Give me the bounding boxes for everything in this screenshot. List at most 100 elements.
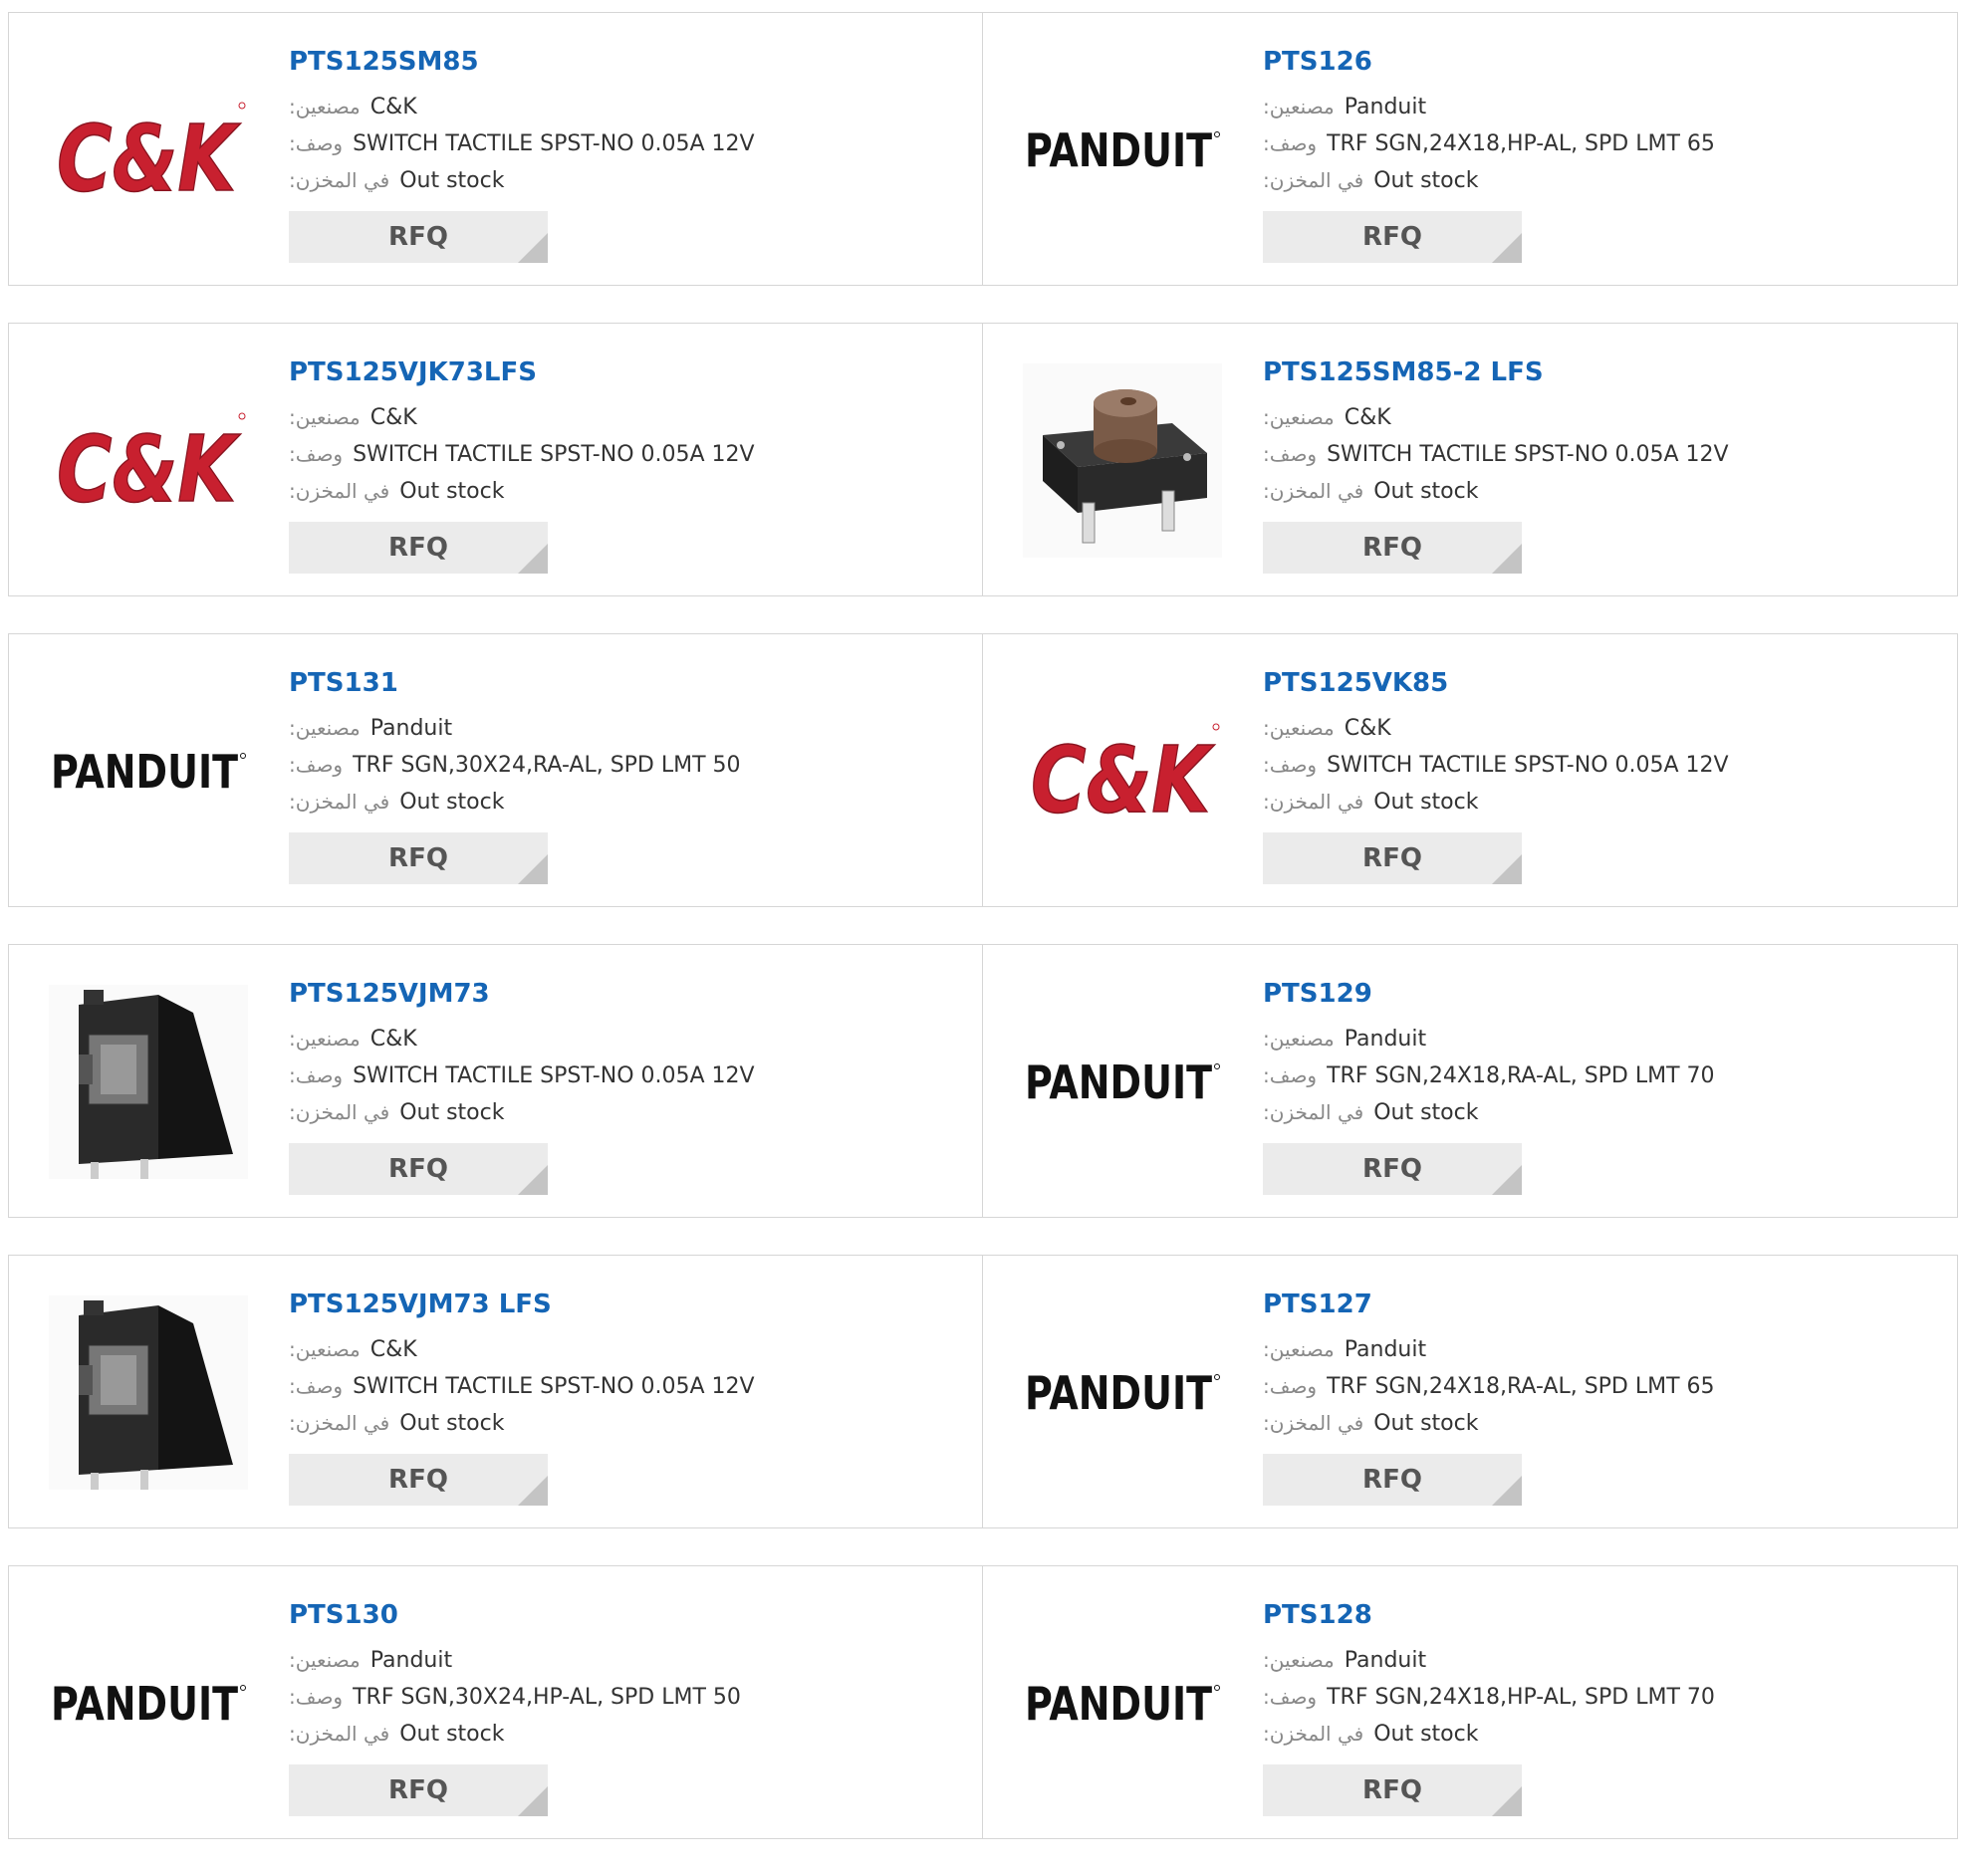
manufacturer-value: Panduit	[369, 716, 453, 741]
description-value: TRF SGN,24X18,RA-AL, SPD LMT 65	[1327, 1374, 1715, 1399]
manufacturer-value: C&K	[1344, 716, 1391, 741]
product-info: PTS125VJM73 LFS :مصنعين C&K :وصف SWITCH TA…	[289, 1286, 755, 1506]
manufacturer-label: :مصنعين	[289, 405, 361, 429]
corner-triangle-icon	[518, 854, 548, 884]
description-label: :وصف	[1263, 131, 1318, 155]
product-image[interactable]	[49, 985, 248, 1179]
product-card: PANDUIT PTS129 :مصنعين Panduit :وصف TRF SG…	[983, 944, 1958, 1218]
rfq-button[interactable]: RFQ	[289, 211, 548, 263]
product-image[interactable]	[1023, 363, 1222, 558]
product-card: PANDUIT PTS128 :مصنعين Panduit :وصف TRF SG…	[983, 1565, 1958, 1839]
stock-line: :في المخزن Out stock	[1263, 162, 1715, 199]
manufacturer-label: :مصنعين	[289, 1648, 361, 1672]
description-label: :وصف	[289, 1374, 344, 1398]
ck-logo: C&K	[56, 412, 246, 516]
rfq-button[interactable]: RFQ	[1263, 1764, 1522, 1816]
description-label: :وصف	[1263, 753, 1318, 777]
rfq-button[interactable]: RFQ	[1263, 832, 1522, 884]
description-value: SWITCH TACTILE SPST-NO 0.05A 12V	[353, 131, 755, 156]
product-card: PTS125VJM73 :مصنعين C&K :وصف SWITCH TACTIL…	[8, 944, 983, 1218]
part-number-link[interactable]: PTS127	[1263, 1286, 1715, 1323]
part-number-link[interactable]: PTS125SM85	[289, 43, 755, 81]
product-info: PTS125VJK73LFS :مصنعين C&K :وصف SWITCH TAC…	[289, 353, 755, 574]
product-info: PTS126 :مصنعين Panduit :وصف TRF SGN,24X18,…	[1263, 43, 1715, 263]
part-number-link[interactable]: PTS125VK85	[1263, 664, 1729, 702]
part-number-link[interactable]: PTS125SM85-2 LFS	[1263, 353, 1729, 391]
product-image[interactable]	[49, 1295, 248, 1490]
product-image[interactable]: PANDUIT	[49, 674, 248, 868]
panduit-logo: PANDUIT	[51, 745, 246, 799]
svg-text:PANDUIT: PANDUIT	[1025, 1366, 1213, 1420]
stock-label: :في المخزن	[1263, 790, 1364, 814]
part-number-link[interactable]: PTS125VJM73 LFS	[289, 1286, 755, 1323]
rfq-button[interactable]: RFQ	[289, 1764, 548, 1816]
corner-triangle-icon	[518, 1165, 548, 1195]
stock-label: :في المخزن	[289, 1411, 390, 1435]
corner-triangle-icon	[1492, 1786, 1522, 1816]
product-info: PTS125VK85 :مصنعين C&K :وصف SWITCH TACTILE…	[1263, 664, 1729, 884]
product-image[interactable]: PANDUIT	[1023, 985, 1222, 1179]
svg-text:C&K: C&K	[1031, 727, 1215, 826]
rfq-button[interactable]: RFQ	[289, 832, 548, 884]
ck-logo: C&K	[1030, 723, 1220, 826]
manufacturer-line: :مصنعين C&K	[1263, 710, 1729, 747]
rfq-label: RFQ	[1362, 1775, 1422, 1805]
description-value: TRF SGN,30X24,HP-AL, SPD LMT 50	[353, 1685, 741, 1710]
rfq-button[interactable]: RFQ	[289, 1454, 548, 1506]
part-number-link[interactable]: PTS128	[1263, 1596, 1715, 1634]
product-image[interactable]: C&K	[49, 363, 248, 558]
part-number-link[interactable]: PTS129	[1263, 975, 1715, 1013]
description-line: :وصف TRF SGN,24X18,HP-AL, SPD LMT 70	[1263, 1679, 1715, 1716]
svg-text:C&K: C&K	[57, 416, 241, 516]
product-image[interactable]: PANDUIT	[1023, 53, 1222, 247]
stock-line: :في المخزن Out stock	[289, 784, 741, 821]
rfq-button[interactable]: RFQ	[1263, 1143, 1522, 1195]
manufacturer-line: :مصنعين Panduit	[1263, 1642, 1715, 1679]
stock-label: :في المخزن	[289, 479, 390, 503]
stock-value: Out stock	[1373, 479, 1479, 504]
product-grid: C&K PTS125SM85 :مصنعين C&K :وصف SWITCH TAC…	[8, 12, 1958, 1876]
description-label: :وصف	[1263, 442, 1318, 466]
stock-value: Out stock	[1373, 1411, 1479, 1436]
side-switch-photo	[49, 1295, 248, 1490]
part-number-link[interactable]: PTS126	[1263, 43, 1715, 81]
rfq-label: RFQ	[388, 222, 448, 252]
stock-label: :في المخزن	[1263, 1411, 1364, 1435]
description-value: SWITCH TACTILE SPST-NO 0.05A 12V	[353, 1374, 755, 1399]
product-info: PTS131 :مصنعين Panduit :وصف TRF SGN,30X24,…	[289, 664, 741, 884]
rfq-button[interactable]: RFQ	[289, 1143, 548, 1195]
stock-value: Out stock	[399, 1411, 505, 1436]
stock-line: :في المخزن Out stock	[289, 1094, 755, 1131]
stock-label: :في المخزن	[289, 790, 390, 814]
rfq-button[interactable]: RFQ	[289, 522, 548, 574]
panduit-logo: PANDUIT	[1025, 1366, 1220, 1420]
rfq-button[interactable]: RFQ	[1263, 1454, 1522, 1506]
product-card: C&K PTS125VJK73LFS :مصنعين C&K :وصف SWITCH…	[8, 323, 983, 596]
description-line: :وصف TRF SGN,24X18,HP-AL, SPD LMT 65	[1263, 125, 1715, 162]
manufacturer-value: C&K	[369, 1027, 417, 1052]
stock-line: :في المخزن Out stock	[289, 1716, 741, 1753]
product-row: PANDUIT PTS131 :مصنعين Panduit :وصف TRF SG…	[8, 633, 1958, 907]
product-image[interactable]: PANDUIT	[49, 1606, 248, 1800]
product-info: PTS130 :مصنعين Panduit :وصف TRF SGN,30X24,…	[289, 1596, 741, 1816]
rfq-label: RFQ	[388, 1465, 448, 1495]
product-image[interactable]: C&K	[49, 53, 248, 247]
stock-label: :في المخزن	[1263, 168, 1364, 192]
description-line: :وصف SWITCH TACTILE SPST-NO 0.05A 12V	[289, 1368, 755, 1405]
description-label: :وصف	[289, 131, 344, 155]
part-number-link[interactable]: PTS125VJK73LFS	[289, 353, 755, 391]
manufacturer-value: C&K	[369, 1337, 417, 1362]
part-number-link[interactable]: PTS130	[289, 1596, 741, 1634]
manufacturer-line: :مصنعين Panduit	[1263, 1021, 1715, 1057]
description-label: :وصف	[289, 1685, 344, 1709]
rfq-button[interactable]: RFQ	[1263, 522, 1522, 574]
corner-triangle-icon	[1492, 1476, 1522, 1506]
description-line: :وصف TRF SGN,24X18,RA-AL, SPD LMT 65	[1263, 1368, 1715, 1405]
part-number-link[interactable]: PTS125VJM73	[289, 975, 755, 1013]
description-value: TRF SGN,30X24,RA-AL, SPD LMT 50	[353, 753, 741, 778]
part-number-link[interactable]: PTS131	[289, 664, 741, 702]
product-image[interactable]: PANDUIT	[1023, 1606, 1222, 1800]
product-image[interactable]: PANDUIT	[1023, 1295, 1222, 1490]
product-image[interactable]: C&K	[1023, 674, 1222, 868]
rfq-button[interactable]: RFQ	[1263, 211, 1522, 263]
